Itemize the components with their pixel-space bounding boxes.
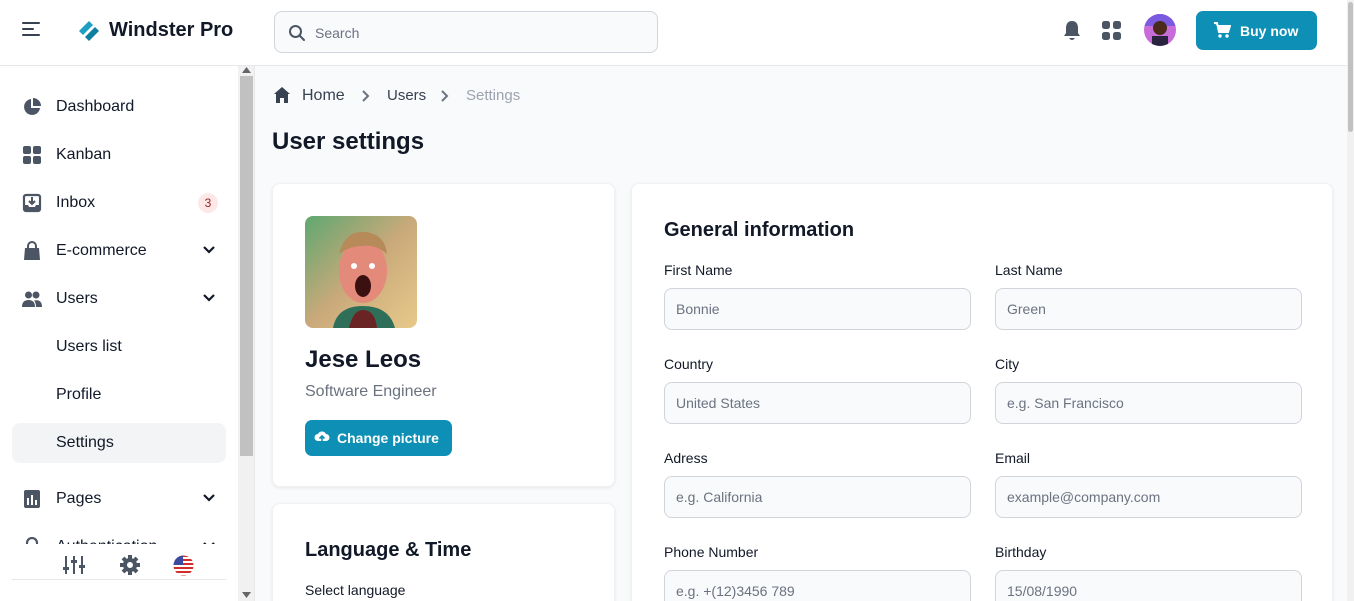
phone-input[interactable] — [665, 571, 970, 601]
sidebar-item-pages[interactable]: Pages — [12, 479, 226, 519]
top-navbar: Windster Pro Buy now — [0, 0, 1354, 66]
search-box[interactable] — [274, 11, 658, 53]
last-name-input[interactable] — [996, 289, 1301, 329]
city-label: City — [995, 356, 1020, 372]
first-name-field[interactable] — [664, 288, 971, 330]
buy-now-button[interactable]: Buy now — [1196, 11, 1317, 50]
address-field[interactable] — [664, 476, 971, 518]
sidebar: Dashboard Kanban Inbox 3 E-commerce User… — [0, 66, 255, 601]
brand-logo-icon — [79, 21, 99, 41]
page-title: User settings — [272, 128, 425, 155]
gear-icon[interactable] — [120, 555, 140, 575]
search-icon — [289, 25, 305, 41]
sidebar-scrollbar[interactable] — [238, 66, 254, 601]
brand-name[interactable]: Windster Pro — [109, 19, 233, 42]
inbox-icon — [22, 193, 42, 213]
sidebar-item-users[interactable]: Users — [12, 279, 226, 319]
menu-toggle-icon[interactable] — [22, 22, 42, 40]
general-information-card: General information First Name Last Name… — [631, 183, 1333, 601]
shopping-bag-icon — [24, 241, 40, 260]
user-avatar[interactable] — [1144, 14, 1176, 46]
pie-chart-icon — [24, 98, 41, 115]
sidebar-item-dashboard[interactable]: Dashboard — [12, 87, 226, 127]
address-label: Adress — [664, 450, 708, 466]
first-name-label: First Name — [664, 262, 733, 278]
language-time-title: Language & Time — [305, 539, 472, 561]
country-label: Country — [664, 356, 714, 372]
address-input[interactable] — [665, 477, 970, 517]
profile-role: Software Engineer — [305, 383, 437, 400]
chevron-down-icon — [203, 294, 215, 302]
chevron-down-icon — [203, 246, 215, 254]
sidebar-item-label: Settings — [56, 434, 114, 451]
phone-field[interactable] — [664, 570, 971, 601]
sidebar-item-label: E-commerce — [56, 242, 147, 259]
sidebar-item-label: Users — [56, 290, 98, 307]
profile-card: Jese Leos Software Engineer Change pictu… — [272, 183, 615, 487]
birthday-input[interactable] — [996, 571, 1301, 601]
inbox-count-badge: 3 — [198, 193, 218, 213]
country-field[interactable] — [664, 382, 971, 424]
last-name-field[interactable] — [995, 288, 1302, 330]
birthday-field[interactable] — [995, 570, 1302, 601]
email-input[interactable] — [996, 477, 1301, 517]
select-language-label: Select language — [305, 582, 406, 598]
grid-icon — [23, 146, 41, 164]
page-scrollbar[interactable] — [1347, 0, 1354, 601]
sliders-icon[interactable] — [63, 555, 85, 575]
breadcrumb-home[interactable]: Home — [302, 87, 345, 105]
buy-now-label: Buy now — [1240, 22, 1299, 39]
sidebar-footer — [12, 544, 226, 584]
upload-cloud-icon — [314, 431, 330, 445]
phone-label: Phone Number — [664, 544, 759, 560]
first-name-input[interactable] — [665, 289, 970, 329]
search-input[interactable] — [315, 20, 645, 46]
sidebar-item-label: Pages — [56, 490, 102, 507]
us-flag-icon[interactable] — [173, 555, 194, 576]
birthday-label: Birthday — [995, 544, 1047, 560]
chevron-down-icon — [203, 494, 215, 502]
sidebar-item-label: Inbox — [56, 194, 96, 211]
breadcrumb-current: Settings — [466, 87, 521, 104]
chevron-right-icon — [362, 90, 370, 102]
sidebar-item-ecommerce[interactable]: E-commerce — [12, 231, 226, 271]
email-field[interactable] — [995, 476, 1302, 518]
city-field[interactable] — [995, 382, 1302, 424]
sidebar-item-label: Profile — [56, 386, 102, 403]
change-picture-label: Change picture — [337, 430, 439, 446]
home-icon[interactable] — [273, 86, 291, 104]
profile-name: Jese Leos — [305, 346, 422, 373]
change-picture-button[interactable]: Change picture — [305, 420, 452, 456]
general-information-title: General information — [664, 219, 855, 241]
sidebar-item-profile[interactable]: Profile — [12, 375, 226, 415]
sidebar-item-kanban[interactable]: Kanban — [12, 135, 226, 175]
country-input[interactable] — [665, 383, 970, 423]
sidebar-item-users-list[interactable]: Users list — [12, 327, 226, 367]
sidebar-item-settings[interactable]: Settings — [12, 423, 226, 463]
breadcrumb-users[interactable]: Users — [387, 87, 426, 104]
sidebar-item-label: Users list — [56, 338, 122, 355]
sidebar-item-label: Kanban — [56, 146, 112, 163]
apps-grid-icon[interactable] — [1102, 21, 1121, 40]
last-name-label: Last Name — [995, 262, 1063, 278]
cart-icon — [1214, 22, 1231, 38]
users-icon — [22, 291, 42, 307]
profile-photo — [305, 216, 417, 328]
city-input[interactable] — [996, 383, 1301, 423]
sidebar-item-label: Dashboard — [56, 98, 135, 115]
email-label: Email — [995, 450, 1031, 466]
language-time-card: Language & Time Select language — [272, 503, 615, 601]
chart-icon — [24, 490, 40, 508]
sidebar-item-inbox[interactable]: Inbox 3 — [12, 183, 226, 223]
notification-bell-icon[interactable] — [1062, 20, 1082, 42]
chevron-right-icon — [441, 90, 449, 102]
